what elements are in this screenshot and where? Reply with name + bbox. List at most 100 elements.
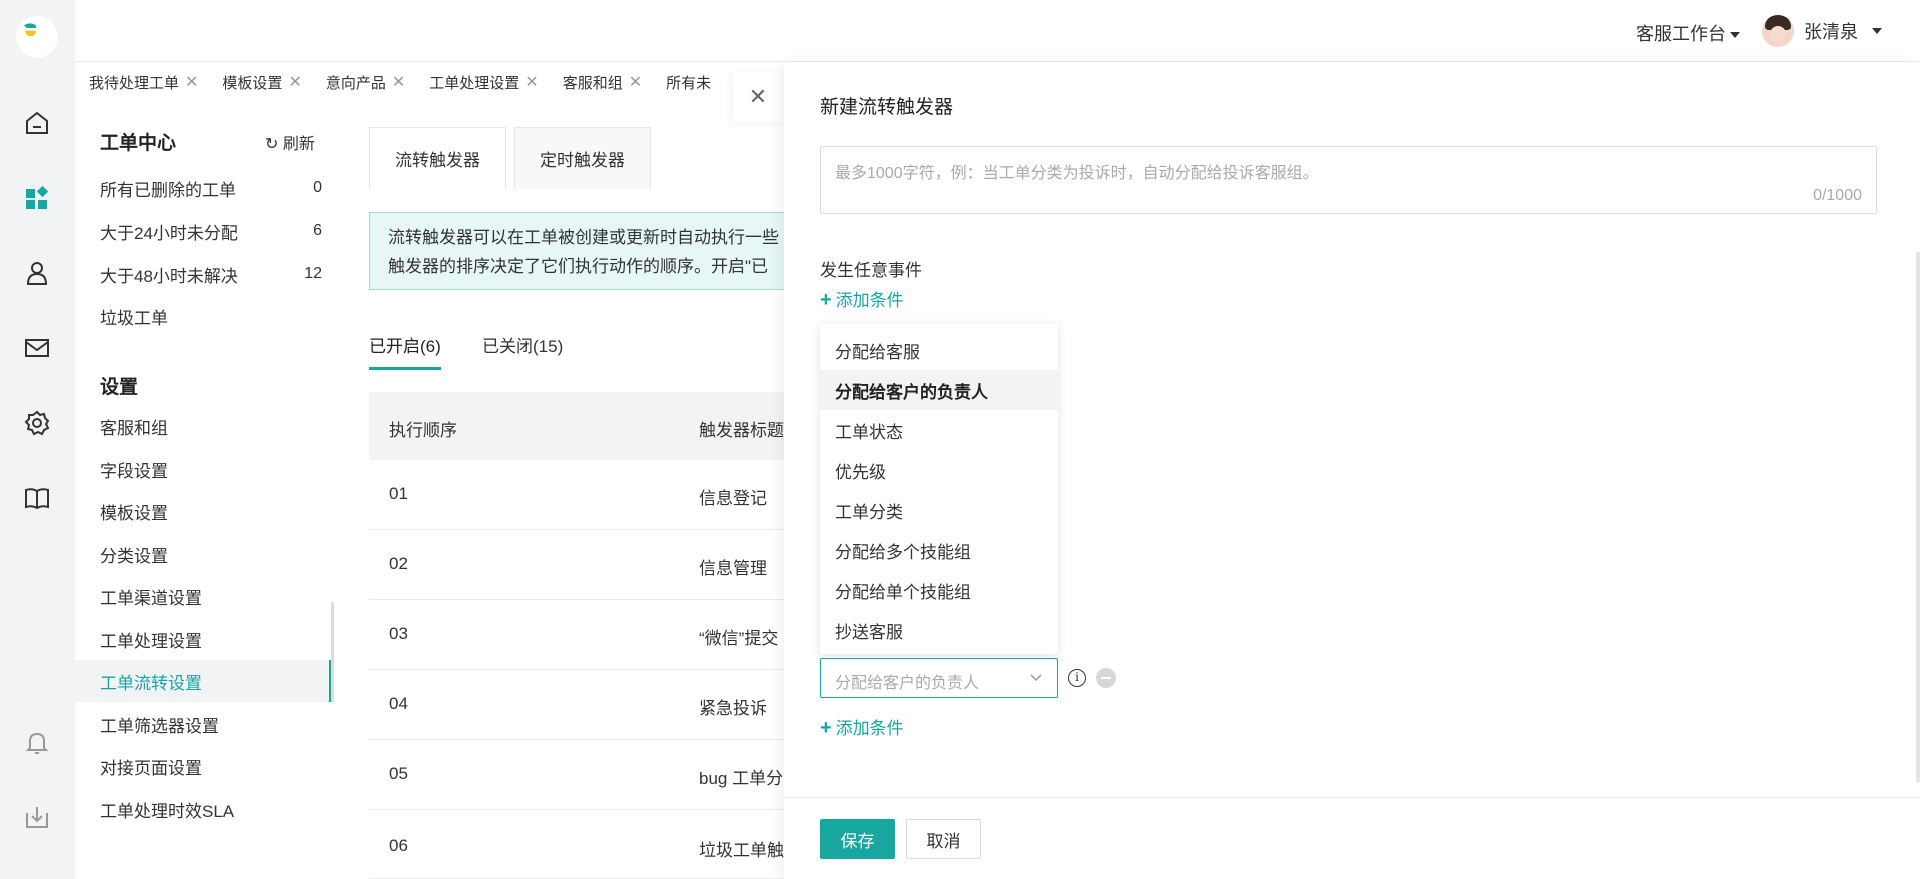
sidebar-item-label: 垃圾工单 bbox=[100, 308, 168, 328]
close-icon[interactable]: ✕ bbox=[525, 72, 538, 92]
settings-section-title: 设置 bbox=[100, 377, 139, 398]
dropdown-option[interactable]: 工单分类 bbox=[820, 490, 1058, 530]
tab-label: 定时触发器 bbox=[540, 151, 625, 170]
logo-icon[interactable] bbox=[16, 16, 58, 58]
dropdown-option[interactable]: 抄送客服 bbox=[820, 610, 1058, 650]
sidebar-item-processing[interactable]: 工单处理设置 bbox=[75, 618, 332, 660]
remove-condition-icon[interactable] bbox=[1096, 668, 1116, 688]
save-button[interactable]: 保存 bbox=[820, 819, 895, 859]
row-order: 03 bbox=[389, 624, 408, 643]
sidebar-item-integration[interactable]: 对接页面设置 bbox=[75, 745, 332, 787]
refresh-button[interactable]: ↻ 刷新 bbox=[265, 130, 315, 154]
option-label: 优先级 bbox=[835, 462, 886, 482]
sidebar-item-label: 工单处理设置 bbox=[100, 631, 202, 651]
main-content: 流转触发器 定时触发器 流转触发器可以在工单被创建或更新时自动执行一些 触发器的… bbox=[337, 102, 849, 879]
user-menu[interactable]: 张清泉 bbox=[1762, 14, 1882, 48]
sidebar-item-flow[interactable]: 工单流转设置 bbox=[75, 660, 332, 702]
option-label: 分配给客服 bbox=[835, 342, 920, 362]
sidebar-item-filters[interactable]: 工单筛选器设置 bbox=[75, 703, 332, 745]
sidebar-item-fields[interactable]: 字段设置 bbox=[75, 448, 332, 490]
sidebar-item-label: 字段设置 bbox=[100, 461, 168, 481]
tab-item[interactable]: 意向产品 ✕ bbox=[326, 72, 405, 93]
sidebar-item-templates[interactable]: 模板设置 bbox=[75, 490, 332, 532]
drawer-scrollbar[interactable] bbox=[1916, 252, 1920, 782]
tab-item[interactable]: 我待处理工单 ✕ bbox=[89, 72, 198, 93]
sidebar-item-unresolved-48h[interactable]: 大于48小时未解决 12 bbox=[75, 253, 332, 295]
close-icon[interactable]: ✕ bbox=[629, 72, 642, 92]
sidebar-item-label: 工单处理时效SLA bbox=[100, 801, 235, 821]
table-row[interactable]: 05 bug 工单分 bbox=[369, 740, 849, 810]
bell-icon[interactable] bbox=[23, 728, 51, 756]
option-label: 分配给多个技能组 bbox=[835, 542, 971, 562]
column-header: 执行顺序 bbox=[389, 421, 457, 440]
dropdown-option-selected[interactable]: 分配给客户的负责人 bbox=[820, 370, 1058, 410]
dropdown-option[interactable]: 分配给单个技能组 bbox=[820, 570, 1058, 610]
close-icon[interactable]: ✕ bbox=[288, 72, 301, 92]
sidebar-item-spam[interactable]: 垃圾工单 bbox=[75, 295, 332, 337]
sidebar-item-deleted[interactable]: 所有已删除的工单 0 bbox=[75, 167, 332, 209]
condition-select[interactable]: 分配给客户的负责人 bbox=[820, 658, 1058, 698]
add-condition-label: 添加条件 bbox=[835, 291, 904, 310]
row-title: 垃圾工单触 bbox=[699, 841, 784, 860]
plus-icon: + bbox=[820, 289, 832, 311]
tab-item[interactable]: 工单处理设置 ✕ bbox=[429, 72, 538, 93]
tab-item[interactable]: 所有未 bbox=[666, 72, 711, 93]
tab-enabled[interactable]: 已开启(6) bbox=[369, 332, 441, 370]
tab-label: 所有未 bbox=[666, 74, 712, 92]
tab-item[interactable]: 模板设置 ✕ bbox=[222, 72, 301, 93]
dropdown-option[interactable]: 分配给多个技能组 bbox=[820, 530, 1058, 570]
row-order: 02 bbox=[389, 554, 408, 573]
option-label: 分配给客户的负责人 bbox=[835, 382, 988, 402]
sidebar-item-unassigned-24h[interactable]: 大于24小时未分配 6 bbox=[75, 210, 332, 252]
tab-label: 已关闭(15) bbox=[482, 337, 564, 356]
add-condition-link[interactable]: + 添加条件 bbox=[820, 714, 904, 740]
table-row[interactable]: 06 垃圾工单触 bbox=[369, 810, 849, 879]
cancel-button[interactable]: 取消 bbox=[906, 819, 981, 859]
close-icon[interactable]: ✕ bbox=[392, 72, 405, 92]
sidebar-item-label: 模板设置 bbox=[100, 503, 168, 523]
sidebar-scrollbar[interactable] bbox=[331, 602, 334, 702]
add-condition-label: 添加条件 bbox=[835, 719, 904, 738]
tab-disabled[interactable]: 已关闭(15) bbox=[482, 332, 563, 357]
workbench-switcher[interactable]: 客服工作台 bbox=[1636, 20, 1740, 46]
contacts-icon[interactable] bbox=[23, 259, 51, 287]
table-row[interactable]: 04 紧急投诉 bbox=[369, 670, 849, 740]
sidebar-item-categories[interactable]: 分类设置 bbox=[75, 533, 332, 575]
book-icon[interactable] bbox=[23, 484, 51, 512]
tab-item[interactable]: 客服和组 ✕ bbox=[563, 72, 642, 93]
sidebar-item-label: 分类设置 bbox=[100, 546, 168, 566]
info-icon[interactable]: i bbox=[1068, 669, 1086, 687]
mail-icon[interactable] bbox=[23, 334, 51, 362]
sidebar-item-label: 大于48小时未解决 bbox=[100, 266, 238, 286]
close-icon[interactable]: ✕ bbox=[185, 72, 198, 92]
home-icon[interactable] bbox=[23, 109, 51, 137]
avatar bbox=[1762, 15, 1794, 47]
dropdown-option[interactable]: 工单状态 bbox=[820, 410, 1058, 450]
ticket-center-sidebar: 工单中心 ↻ 刷新 所有已删除的工单 0 大于24小时未分配 6 大于48小时未解决… bbox=[75, 102, 337, 879]
char-counter: 0/1000 bbox=[1813, 187, 1862, 204]
table-row[interactable]: 02 信息管理 bbox=[369, 530, 849, 600]
table-row[interactable]: 03 “微信”提交 bbox=[369, 600, 849, 670]
tab-flow-trigger[interactable]: 流转触发器 bbox=[369, 127, 506, 189]
dropdown-option[interactable]: 优先级 bbox=[820, 450, 1058, 490]
tab-timed-trigger[interactable]: 定时触发器 bbox=[514, 127, 651, 189]
sidebar-item-channels[interactable]: 工单渠道设置 bbox=[75, 575, 332, 617]
workbench-label: 客服工作台 bbox=[1636, 24, 1726, 44]
settings-icon[interactable] bbox=[23, 409, 51, 437]
sidebar-item-sla[interactable]: 工单处理时效SLA bbox=[75, 788, 332, 830]
add-condition-link[interactable]: + 添加条件 bbox=[820, 286, 904, 312]
condition-dropdown-menu: 分配给客服 分配给客户的负责人 工单状态 优先级 工单分类 分配给多个技能组 分… bbox=[820, 324, 1058, 654]
drawer-close-button[interactable]: ✕ bbox=[733, 72, 783, 122]
description-textarea[interactable]: 最多1000字符，例：当工单分类为投诉时，自动分配给投诉客服组。 0/1000 bbox=[820, 146, 1877, 214]
sidebar-item-agents-groups[interactable]: 客服和组 bbox=[75, 405, 332, 447]
row-order: 06 bbox=[389, 836, 408, 855]
tab-label: 模板设置 bbox=[222, 74, 283, 92]
count-badge: 12 bbox=[304, 265, 322, 282]
row-title: 信息登记 bbox=[699, 489, 767, 508]
table-row[interactable]: 01 信息登记 bbox=[369, 460, 849, 530]
dropdown-option[interactable]: 分配给客服 bbox=[820, 330, 1058, 370]
tab-label: 客服和组 bbox=[562, 74, 623, 92]
download-icon[interactable] bbox=[23, 803, 51, 831]
sidebar-item-label: 对接页面设置 bbox=[100, 758, 202, 778]
apps-icon[interactable] bbox=[23, 184, 51, 212]
